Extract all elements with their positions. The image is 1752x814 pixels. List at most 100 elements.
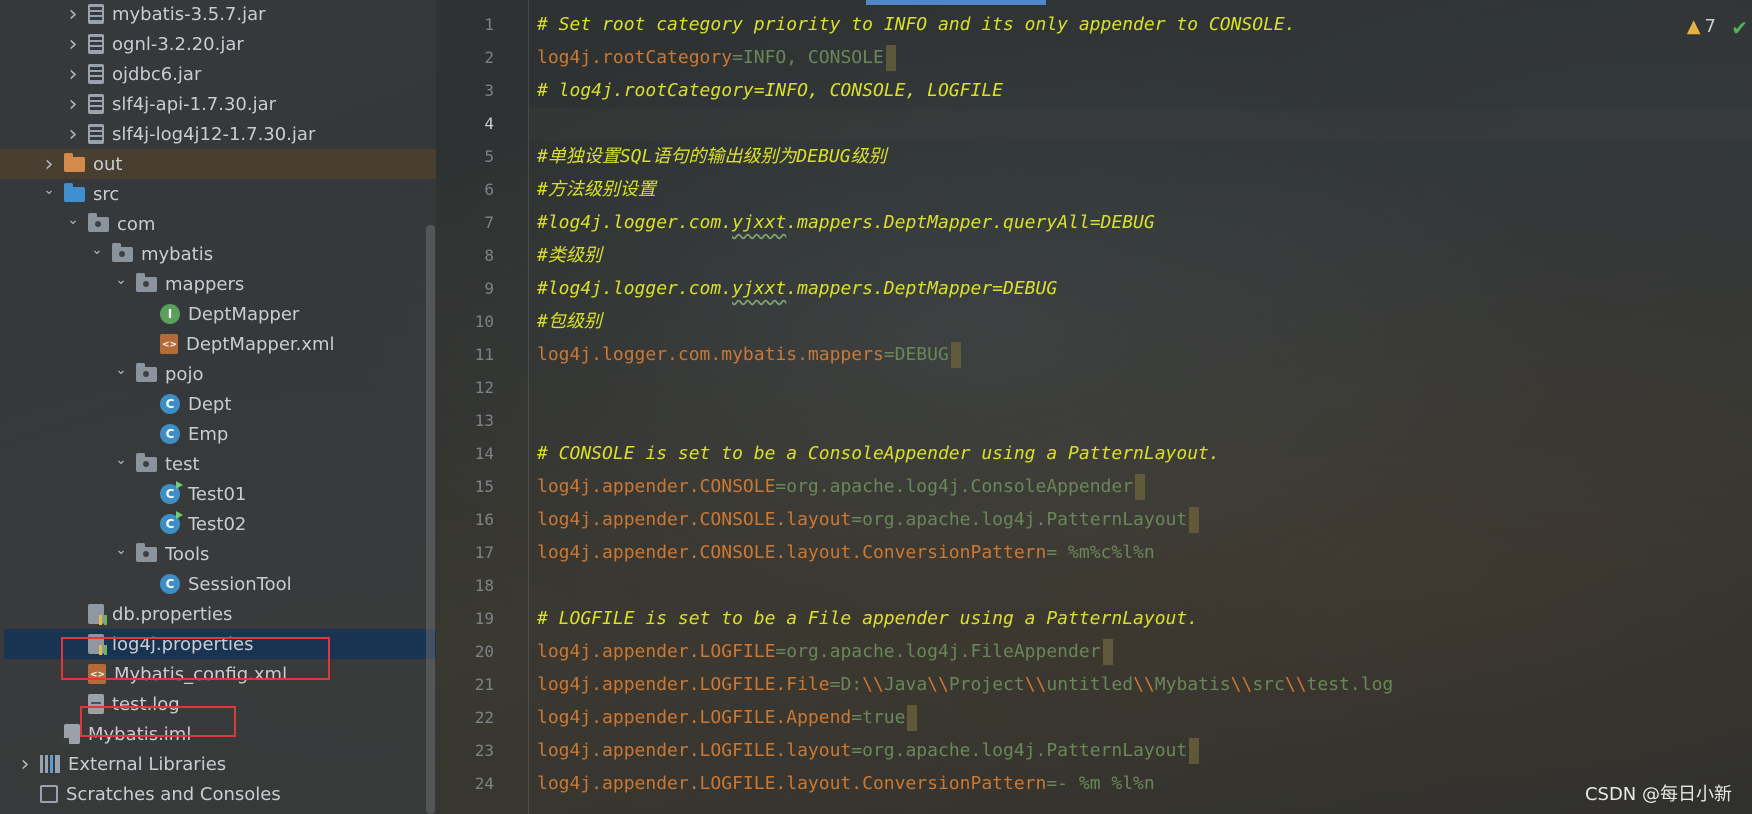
- tree-item[interactable]: Scratches and Consoles: [0, 779, 436, 809]
- code-line[interactable]: #log4j.logger.com.yjxxt.mappers.DeptMapp…: [537, 206, 1155, 239]
- code-line[interactable]: # CONSOLE is set to be a ConsoleAppender…: [537, 437, 1220, 470]
- code-line[interactable]: # log4j.rootCategory=INFO, CONSOLE, LOGF…: [537, 74, 1003, 107]
- chevron-down-icon[interactable]: ⌄: [114, 362, 128, 378]
- code-editor[interactable]: 1 2 3 4 5 6 7 8 9 10 11 12 13 14 15 16 17 18 19 20 21 22 23 24 …: [436, 0, 1752, 814]
- interface-icon: I: [160, 304, 180, 324]
- tree-item[interactable]: › slf4j-log4j12-1.7.30.jar: [0, 119, 436, 149]
- code-line[interactable]: # Set root category priority to INFO and…: [537, 8, 1296, 41]
- code-line[interactable]: # LOGFILE is set to be a File appender u…: [537, 602, 1198, 635]
- line-number: 11: [474, 345, 494, 364]
- tree-item[interactable]: › mybatis-3.5.7.jar: [0, 0, 436, 29]
- line-number: 20: [474, 642, 494, 661]
- code-line[interactable]: log4j.appender.CONSOLE.layout.Conversion…: [537, 536, 1155, 569]
- tree-item[interactable]: ⌄ mappers: [0, 269, 436, 299]
- chevron-right-icon[interactable]: ›: [42, 152, 56, 177]
- chevron-down-icon[interactable]: ⌄: [90, 242, 104, 258]
- code-line[interactable]: log4j.appender.CONSOLE=org.apache.log4j.…: [537, 470, 1146, 503]
- trailing-whitespace-marker: [1102, 639, 1113, 665]
- code-line[interactable]: log4j.appender.LOGFILE.layout.Conversion…: [537, 767, 1155, 800]
- tree-item[interactable]: db.properties: [0, 599, 436, 629]
- tree-item-label: db.properties: [112, 603, 233, 625]
- tree-scrollbar[interactable]: [426, 225, 435, 814]
- tree-item-label: mybatis: [141, 243, 214, 265]
- jar-icon: [88, 124, 104, 144]
- tree-item[interactable]: › External Libraries: [0, 749, 436, 779]
- tree-item[interactable]: › ognl-3.2.20.jar: [0, 29, 436, 59]
- chevron-down-icon[interactable]: ⌄: [114, 452, 128, 468]
- line-number: 6: [484, 180, 494, 199]
- code-line[interactable]: #单独设置SQL语句的输出级别为DEBUG级别: [537, 140, 887, 173]
- code-line[interactable]: #类级别: [537, 239, 602, 272]
- code-line[interactable]: #方法级别设置: [537, 173, 656, 206]
- tree-item[interactable]: ⌄ mybatis: [0, 239, 436, 269]
- code-line[interactable]: log4j.appender.LOGFILE.File=D:\\Java\\Pr…: [537, 668, 1393, 701]
- code-line[interactable]: log4j.logger.com.mybatis.mappers=DEBUG: [537, 338, 961, 371]
- folder-orange-icon: [64, 152, 85, 172]
- tree-item[interactable]: › slf4j-api-1.7.30.jar: [0, 89, 436, 119]
- tree-item[interactable]: ⌄ test: [0, 449, 436, 479]
- line-number: 19: [474, 609, 494, 628]
- code-line[interactable]: log4j.appender.LOGFILE.layout=org.apache…: [537, 734, 1200, 767]
- class-icon: C: [160, 424, 180, 444]
- code-line[interactable]: log4j.appender.LOGFILE=org.apache.log4j.…: [537, 635, 1113, 668]
- class-icon: C: [160, 574, 180, 594]
- chevron-down-icon[interactable]: ⌄: [42, 182, 56, 198]
- tree-item[interactable]: I DeptMapper: [0, 299, 436, 329]
- chevron-right-icon[interactable]: ›: [66, 2, 80, 27]
- chevron-right-icon[interactable]: ›: [66, 92, 80, 117]
- code-line[interactable]: #log4j.logger.com.yjxxt.mappers.DeptMapp…: [537, 272, 1057, 305]
- gutter-separator: [528, 0, 529, 814]
- tree-item[interactable]: C Dept: [0, 389, 436, 419]
- tree-item[interactable]: ⌄ pojo: [0, 359, 436, 389]
- chevron-right-icon[interactable]: ›: [66, 122, 80, 147]
- tree-item-label: test: [165, 453, 200, 475]
- chevron-down-icon[interactable]: ⌄: [66, 212, 80, 228]
- tree-item-label: mappers: [165, 273, 245, 295]
- tree-item[interactable]: DeptMapper.xml: [0, 329, 436, 359]
- tree-item[interactable]: ⌄ com: [0, 209, 436, 239]
- jar-icon: [88, 4, 104, 24]
- class-icon: C: [160, 394, 180, 414]
- package-icon: [112, 242, 133, 262]
- tree-item-label: slf4j-api-1.7.30.jar: [112, 93, 277, 115]
- chevron-right-icon[interactable]: ›: [66, 62, 80, 87]
- chevron-right-icon[interactable]: ›: [18, 752, 32, 777]
- jar-icon: [88, 64, 104, 84]
- package-icon: [88, 212, 109, 232]
- tree-item[interactable]: ⌄ Tools: [0, 539, 436, 569]
- tree-item[interactable]: C Test02: [0, 509, 436, 539]
- folder-blue-icon: [64, 182, 85, 202]
- tree-item-label: Test01: [188, 483, 247, 505]
- tree-item[interactable]: C Emp: [0, 419, 436, 449]
- chevron-down-icon[interactable]: ⌄: [114, 542, 128, 558]
- properties-file-icon: [88, 604, 107, 625]
- tree-item[interactable]: C Test01: [0, 479, 436, 509]
- inspection-widget[interactable]: ▲ 7: [1687, 16, 1716, 37]
- chevron-right-icon[interactable]: ›: [66, 32, 80, 57]
- package-icon: [136, 542, 157, 562]
- tree-item[interactable]: C SessionTool: [0, 569, 436, 599]
- line-number: 13: [474, 411, 494, 430]
- line-number: 14: [474, 444, 494, 463]
- line-number: 7: [484, 213, 494, 232]
- code-line[interactable]: log4j.rootCategory=INFO, CONSOLE: [537, 41, 896, 74]
- package-icon: [136, 362, 157, 382]
- chevron-down-icon[interactable]: ⌄: [114, 272, 128, 288]
- line-number: 12: [474, 378, 494, 397]
- trailing-whitespace-marker: [1135, 474, 1146, 500]
- line-number: 22: [474, 708, 494, 727]
- code-line[interactable]: log4j.appender.LOGFILE.Append=true: [537, 701, 918, 734]
- tree-item[interactable]: › ojdbc6.jar: [0, 59, 436, 89]
- watermark: CSDN @每日小新: [1584, 784, 1732, 805]
- line-number: 21: [474, 675, 494, 694]
- highlight-box-test-log: [80, 706, 236, 737]
- tree-item[interactable]: ⌄ src: [0, 179, 436, 209]
- warning-icon: ▲: [1686, 16, 1701, 37]
- code-line[interactable]: log4j.appender.CONSOLE.layout=org.apache…: [537, 503, 1200, 536]
- tree-item[interactable]: › out: [0, 149, 436, 179]
- check-icon[interactable]: ✔: [1731, 16, 1748, 40]
- line-number: 9: [484, 279, 494, 298]
- code-line[interactable]: #包级别: [537, 305, 602, 338]
- runnable-class-icon: C: [160, 481, 183, 504]
- tree-item-label: Emp: [188, 423, 229, 445]
